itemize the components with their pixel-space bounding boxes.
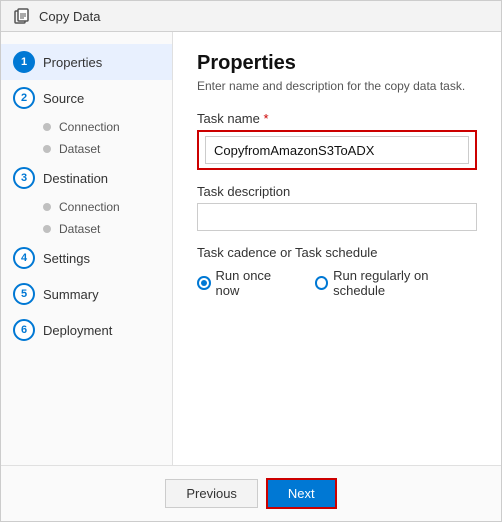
required-marker: * [260, 111, 269, 126]
radio-run-once-label: Run once now [216, 268, 295, 298]
sidebar-item-deployment[interactable]: 6 Deployment [1, 312, 172, 348]
task-name-input[interactable] [205, 136, 469, 164]
radio-group-cadence: Run once now Run regularly on schedule [197, 268, 477, 298]
sidebar-sub-dest-connection[interactable]: Connection [1, 196, 172, 218]
sub-dot-source-connection [43, 123, 51, 131]
page-title: Properties [197, 52, 477, 75]
sidebar-label-deployment: Deployment [43, 323, 112, 338]
main-layout: 1 Properties 2 Source Connection Dataset… [1, 32, 501, 465]
cadence-group: Task cadence or Task schedule Run once n… [197, 245, 477, 298]
sub-dot-dest-connection [43, 203, 51, 211]
nav-circle-summary: 5 [13, 283, 35, 305]
sidebar-item-summary[interactable]: 5 Summary [1, 276, 172, 312]
radio-run-schedule-label: Run regularly on schedule [333, 268, 477, 298]
sub-dot-source-dataset [43, 145, 51, 153]
radio-run-once[interactable]: Run once now [197, 268, 295, 298]
nav-circle-destination: 3 [13, 167, 35, 189]
sidebar-sub-label-source-dataset: Dataset [59, 142, 100, 156]
sidebar: 1 Properties 2 Source Connection Dataset… [1, 32, 173, 465]
footer: Previous Next [1, 465, 501, 521]
sidebar-item-settings[interactable]: 4 Settings [1, 240, 172, 276]
next-button[interactable]: Next [266, 478, 337, 509]
sidebar-sub-dest-dataset[interactable]: Dataset [1, 218, 172, 240]
nav-circle-settings: 4 [13, 247, 35, 269]
sidebar-label-settings: Settings [43, 251, 90, 266]
content-area: Properties Enter name and description fo… [173, 32, 501, 465]
app-title: Copy Data [39, 9, 100, 24]
task-desc-group: Task description [197, 184, 477, 231]
sidebar-sub-label-source-connection: Connection [59, 120, 120, 134]
nav-circle-properties: 1 [13, 51, 35, 73]
sidebar-item-source[interactable]: 2 Source [1, 80, 172, 116]
task-name-group: Task name * [197, 111, 477, 170]
cadence-label: Task cadence or Task schedule [197, 245, 477, 260]
sidebar-label-summary: Summary [43, 287, 99, 302]
sidebar-label-properties: Properties [43, 55, 102, 70]
sidebar-label-destination: Destination [43, 171, 108, 186]
sub-dot-dest-dataset [43, 225, 51, 233]
task-name-highlighted-box [197, 130, 477, 170]
sidebar-sub-source-connection[interactable]: Connection [1, 116, 172, 138]
radio-circle-run-schedule [315, 276, 329, 290]
top-bar: Copy Data [1, 1, 501, 32]
radio-run-schedule[interactable]: Run regularly on schedule [315, 268, 477, 298]
sidebar-sub-label-dest-connection: Connection [59, 200, 120, 214]
task-desc-input[interactable] [197, 203, 477, 231]
sidebar-item-properties[interactable]: 1 Properties [1, 44, 172, 80]
nav-circle-source: 2 [13, 87, 35, 109]
task-desc-label: Task description [197, 184, 477, 199]
sidebar-label-source: Source [43, 91, 84, 106]
nav-circle-deployment: 6 [13, 319, 35, 341]
task-name-label: Task name * [197, 111, 477, 126]
page-subtitle: Enter name and description for the copy … [197, 79, 477, 93]
copy-data-icon [13, 7, 31, 25]
previous-button[interactable]: Previous [165, 479, 258, 508]
sidebar-sub-label-dest-dataset: Dataset [59, 222, 100, 236]
radio-circle-run-once [197, 276, 211, 290]
sidebar-item-destination[interactable]: 3 Destination [1, 160, 172, 196]
sidebar-sub-source-dataset[interactable]: Dataset [1, 138, 172, 160]
